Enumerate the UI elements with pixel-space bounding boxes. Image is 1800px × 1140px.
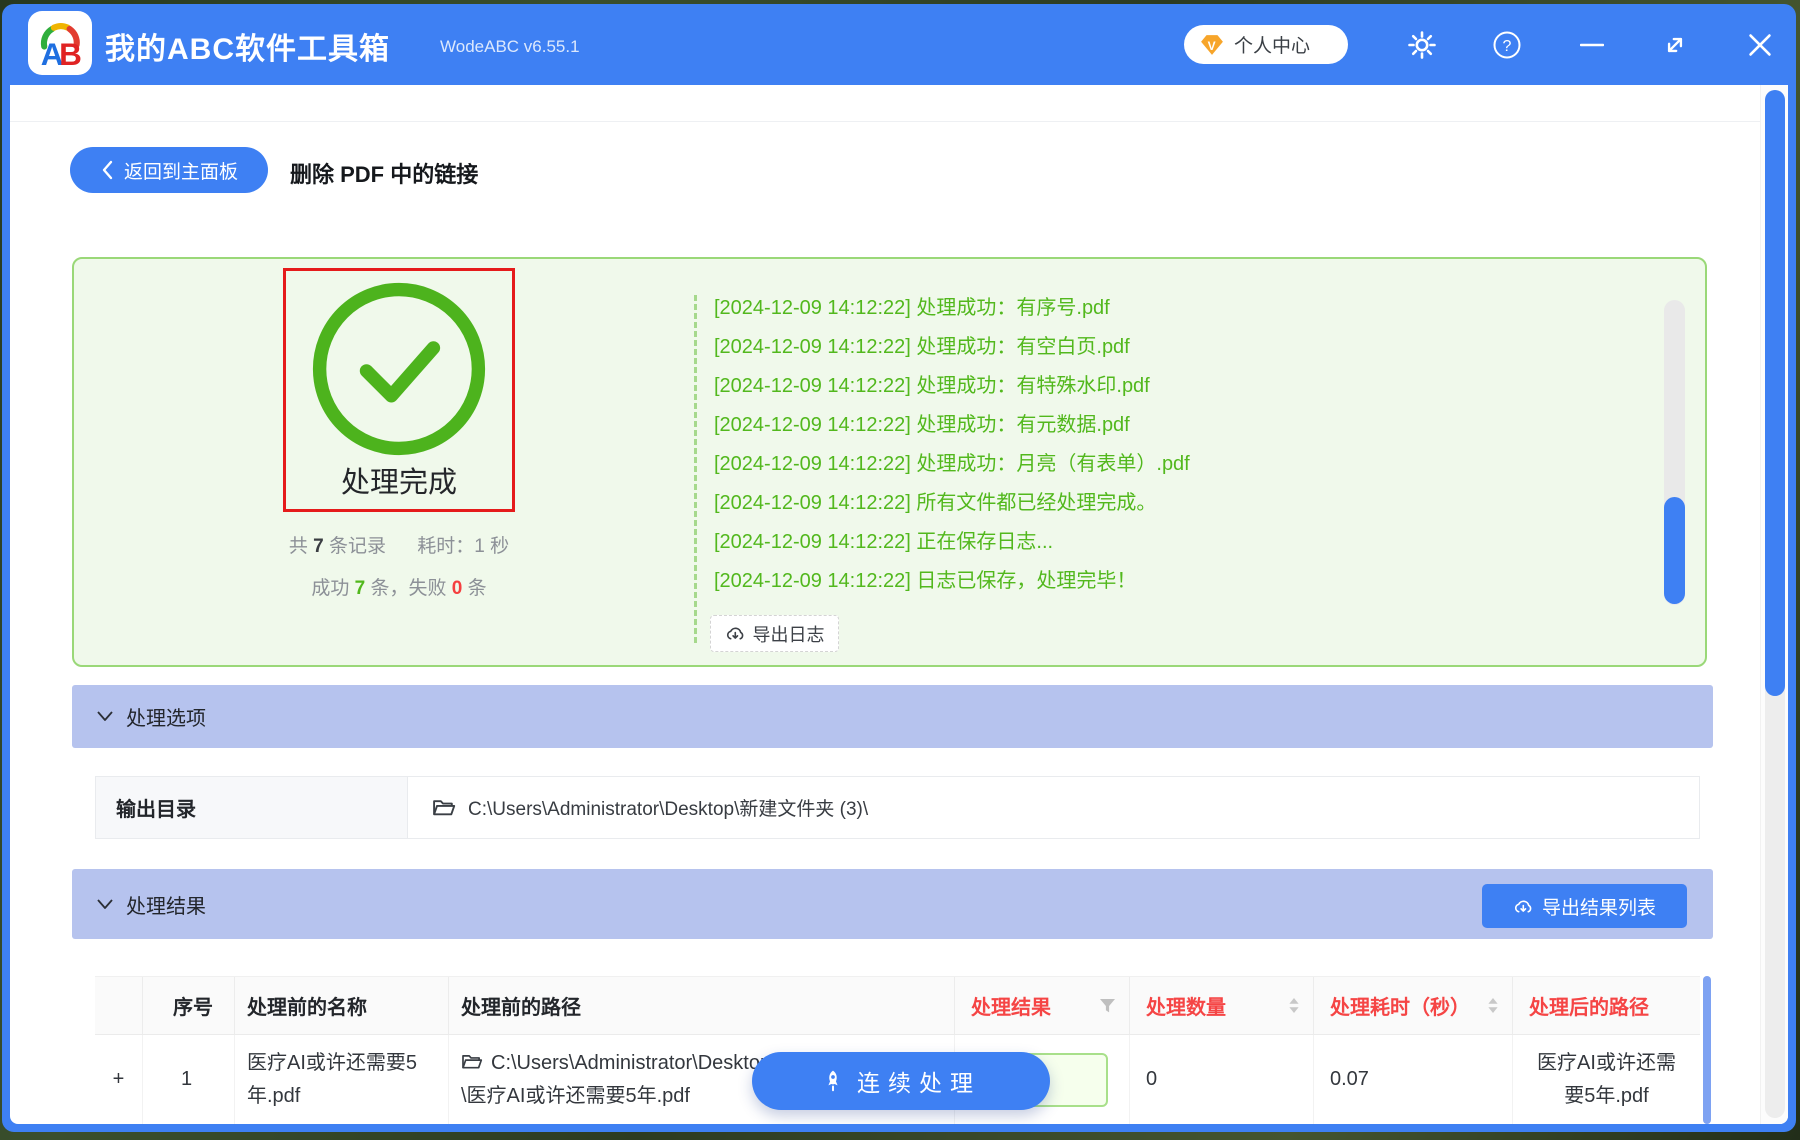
check-circle-icon (312, 282, 486, 456)
minimize-icon (1580, 43, 1604, 47)
result-panel: 处理完成 共 7 条记录 耗时：1 秒 成功 7 条，失败 0 条 [2024-… (72, 257, 1707, 667)
rocket-icon (828, 1070, 838, 1092)
row-index: 1 (143, 1035, 235, 1124)
output-dir-value: C:\Users\Administrator\Desktop\新建文件夹 (3)… (468, 799, 869, 820)
options-section-title: 处理选项 (126, 708, 206, 730)
svg-text:B: B (59, 36, 82, 71)
header-expander (95, 977, 143, 1034)
divider (10, 121, 1788, 122)
main-content: 返回到主面板 删除 PDF 中的链接 处理完成 共 7 条记录 耗时：1 秒 成… (10, 85, 1788, 1124)
log-line: [2024-12-09 14:12:22] 处理成功：有空白页.pdf (714, 336, 1130, 358)
ab-rainbow-logo-icon: A B (41, 23, 82, 71)
settings-gear-icon (1408, 31, 1436, 59)
svg-text:V: V (1208, 38, 1216, 52)
v-gem-icon: V (1201, 34, 1223, 55)
back-label: 返回到主面板 (123, 161, 238, 183)
settings-button[interactable] (1403, 26, 1441, 64)
header-index: 序号 (143, 977, 235, 1034)
app-version: WodeABC v6.55.1 (440, 37, 580, 56)
log-separator (694, 295, 697, 643)
user-center-button[interactable]: V 个人中心 (1184, 25, 1348, 64)
row-elapsed: 0.07 (1314, 1035, 1513, 1124)
chevron-left-icon (102, 160, 113, 180)
help-button[interactable]: ? (1488, 26, 1526, 64)
elapsed-text: 耗时：1 秒 (417, 536, 510, 557)
sort-arrows-icon[interactable] (1289, 998, 1299, 1013)
row-expander-button[interactable]: + (95, 1035, 143, 1124)
table-header: 序号 处理前的名称 处理前的路径 处理结果 处理数量 处理耗时（秒） 处理后的路… (95, 976, 1700, 1035)
minimize-button[interactable] (1573, 26, 1611, 64)
success-count: 7 (354, 578, 366, 599)
total-count: 7 (313, 536, 324, 557)
folder-icon (462, 1054, 483, 1069)
log-list: [2024-12-09 14:12:22] 处理成功：有序号.pdf [2024… (714, 289, 1644, 601)
svg-text:?: ? (1503, 38, 1512, 55)
export-log-label: 导出日志 (752, 624, 825, 645)
header-count[interactable]: 处理数量 (1130, 977, 1314, 1034)
header-result[interactable]: 处理结果 (955, 977, 1130, 1034)
export-result-list-button[interactable]: 导出结果列表 (1482, 884, 1687, 928)
output-dir-label: 输出目录 (95, 776, 408, 839)
row-count: 0 (1130, 1035, 1314, 1124)
row-path-after: 医疗AI或许还需要5年.pdf (1537, 1051, 1676, 1107)
resize-icon (1667, 37, 1683, 53)
close-icon (1749, 34, 1771, 56)
log-line: [2024-12-09 14:12:22] 处理成功：有元数据.pdf (714, 414, 1130, 436)
main-scrollbar (1760, 85, 1788, 1124)
summary-line-result: 成功 7 条，失败 0 条 (311, 578, 487, 599)
status-highlight-box: 处理完成 (283, 268, 515, 512)
output-dir-field[interactable]: C:\Users\Administrator\Desktop\新建文件夹 (3)… (408, 776, 1700, 839)
log-line: [2024-12-09 14:12:22] 处理成功：有序号.pdf (714, 297, 1110, 319)
results-section-title: 处理结果 (126, 895, 206, 918)
folder-icon (433, 799, 456, 815)
header-path-before: 处理前的路径 (449, 977, 955, 1034)
section-header-results[interactable]: 处理结果 (72, 869, 1713, 939)
export-log-button[interactable]: 导出日志 (710, 615, 839, 652)
panel-scrollbar-thumb[interactable] (1664, 497, 1685, 604)
log-line: [2024-12-09 14:12:22] 处理成功：有特殊水印.pdf (714, 375, 1150, 397)
back-to-dashboard-button[interactable]: 返回到主面板 (70, 147, 268, 193)
continue-label: 连续处理 (857, 1070, 981, 1096)
chevron-down-icon (97, 898, 113, 909)
row-name-before: 医疗AI或许还需要5年.pdf (235, 1035, 449, 1124)
page-title: 删除 PDF 中的链接 (290, 162, 479, 187)
summary-line-total: 共 7 条记录 耗时：1 秒 (288, 536, 510, 557)
chevron-down-icon (97, 711, 113, 721)
sort-arrows-icon[interactable] (1488, 998, 1498, 1013)
resize-button[interactable] (1656, 26, 1694, 64)
app-title: 我的ABC软件工具箱 (105, 33, 390, 66)
header-name-before: 处理前的名称 (235, 977, 449, 1034)
app-window: A B 我的ABC软件工具箱 WodeABC v6.55.1 V 个人中心 ? (2, 4, 1796, 1132)
log-line: [2024-12-09 14:12:22] 所有文件都已经处理完成。 (714, 492, 1157, 514)
close-button[interactable] (1741, 26, 1779, 64)
log-line: [2024-12-09 14:12:22] 日志已保存，处理完毕！ (714, 570, 1137, 592)
fail-count: 0 (451, 578, 463, 599)
status-text: 处理完成 (340, 467, 457, 499)
funnel-icon[interactable] (1100, 998, 1115, 1013)
table-scrollbar-thumb[interactable] (1703, 976, 1711, 1124)
header-elapsed[interactable]: 处理耗时（秒） (1314, 977, 1513, 1034)
cloud-download-icon (1514, 900, 1532, 913)
app-logo: A B (28, 11, 92, 75)
help-icon: ? (1493, 31, 1521, 59)
main-scrollbar-thumb[interactable] (1765, 90, 1785, 696)
section-header-options[interactable]: 处理选项 (72, 685, 1713, 748)
user-center-label: 个人中心 (1234, 36, 1311, 57)
header-path-after: 处理后的路径 (1529, 997, 1649, 1019)
path-line-2: \医疗AI或许还需要5年.pdf (461, 1084, 690, 1107)
continue-processing-button[interactable]: 连续处理 (752, 1052, 1050, 1110)
export-result-list-label: 导出结果列表 (1541, 897, 1656, 919)
path-line-1: C:\Users\Administrator\Desktop (491, 1051, 772, 1074)
log-line: [2024-12-09 14:12:22] 处理成功：月亮（有表单）.pdf (714, 453, 1190, 475)
cloud-download-icon (726, 627, 743, 640)
log-line: [2024-12-09 14:12:22] 正在保存日志... (714, 531, 1054, 553)
